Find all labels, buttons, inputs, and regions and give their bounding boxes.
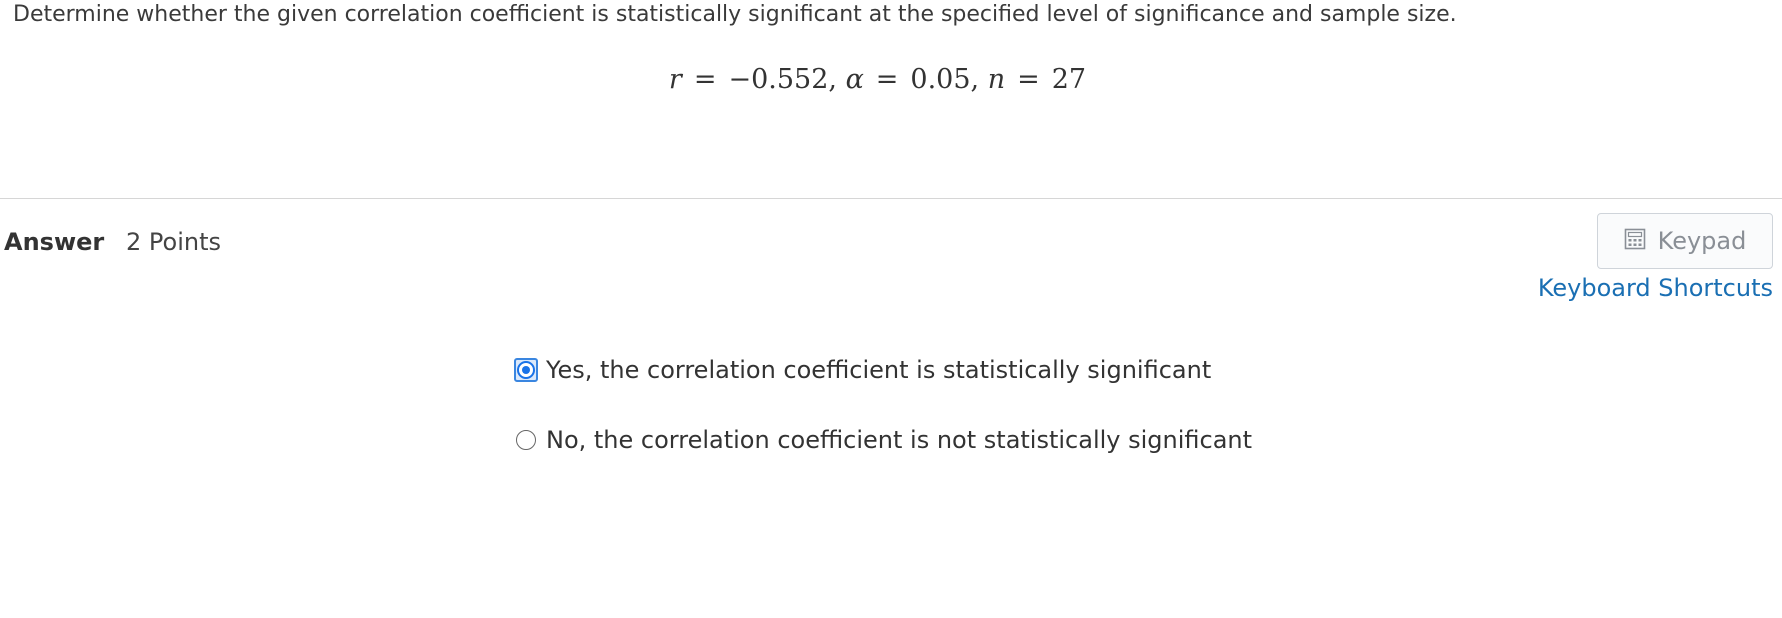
points-label: 2 Points [126,228,221,256]
option-yes-label: Yes, the correlation coefficient is stat… [546,356,1212,384]
equals-sign: = [875,64,899,95]
radio-yes[interactable] [517,361,535,379]
n-value: 27 [1051,64,1087,95]
keyboard-shortcuts-link[interactable]: Keyboard Shortcuts [1538,274,1773,302]
radio-no[interactable] [516,430,536,450]
focus-ring [514,358,538,382]
option-no-label: No, the correlation coefficient is not s… [546,426,1253,454]
alpha-value: 0.05, [910,64,980,95]
equals-sign: = [1017,64,1040,95]
r-value: −0.552, [728,64,837,95]
math-expression: r = −0.552, α = 0.05, n = 27 [0,64,1755,95]
equals-sign: = [693,64,717,95]
option-no[interactable]: No, the correlation coefficient is not s… [514,426,1252,454]
answer-label: Answer [4,228,105,256]
n-symbol: n [987,64,1006,95]
alpha-symbol: α [845,64,864,95]
keypad-button[interactable]: Keypad [1597,213,1773,269]
keypad-label: Keypad [1657,227,1747,255]
section-divider [0,198,1782,199]
calculator-icon [1624,228,1646,254]
question-prompt: Determine whether the given correlation … [13,2,1457,27]
option-yes[interactable]: Yes, the correlation coefficient is stat… [514,356,1211,384]
r-symbol: r [668,64,682,95]
